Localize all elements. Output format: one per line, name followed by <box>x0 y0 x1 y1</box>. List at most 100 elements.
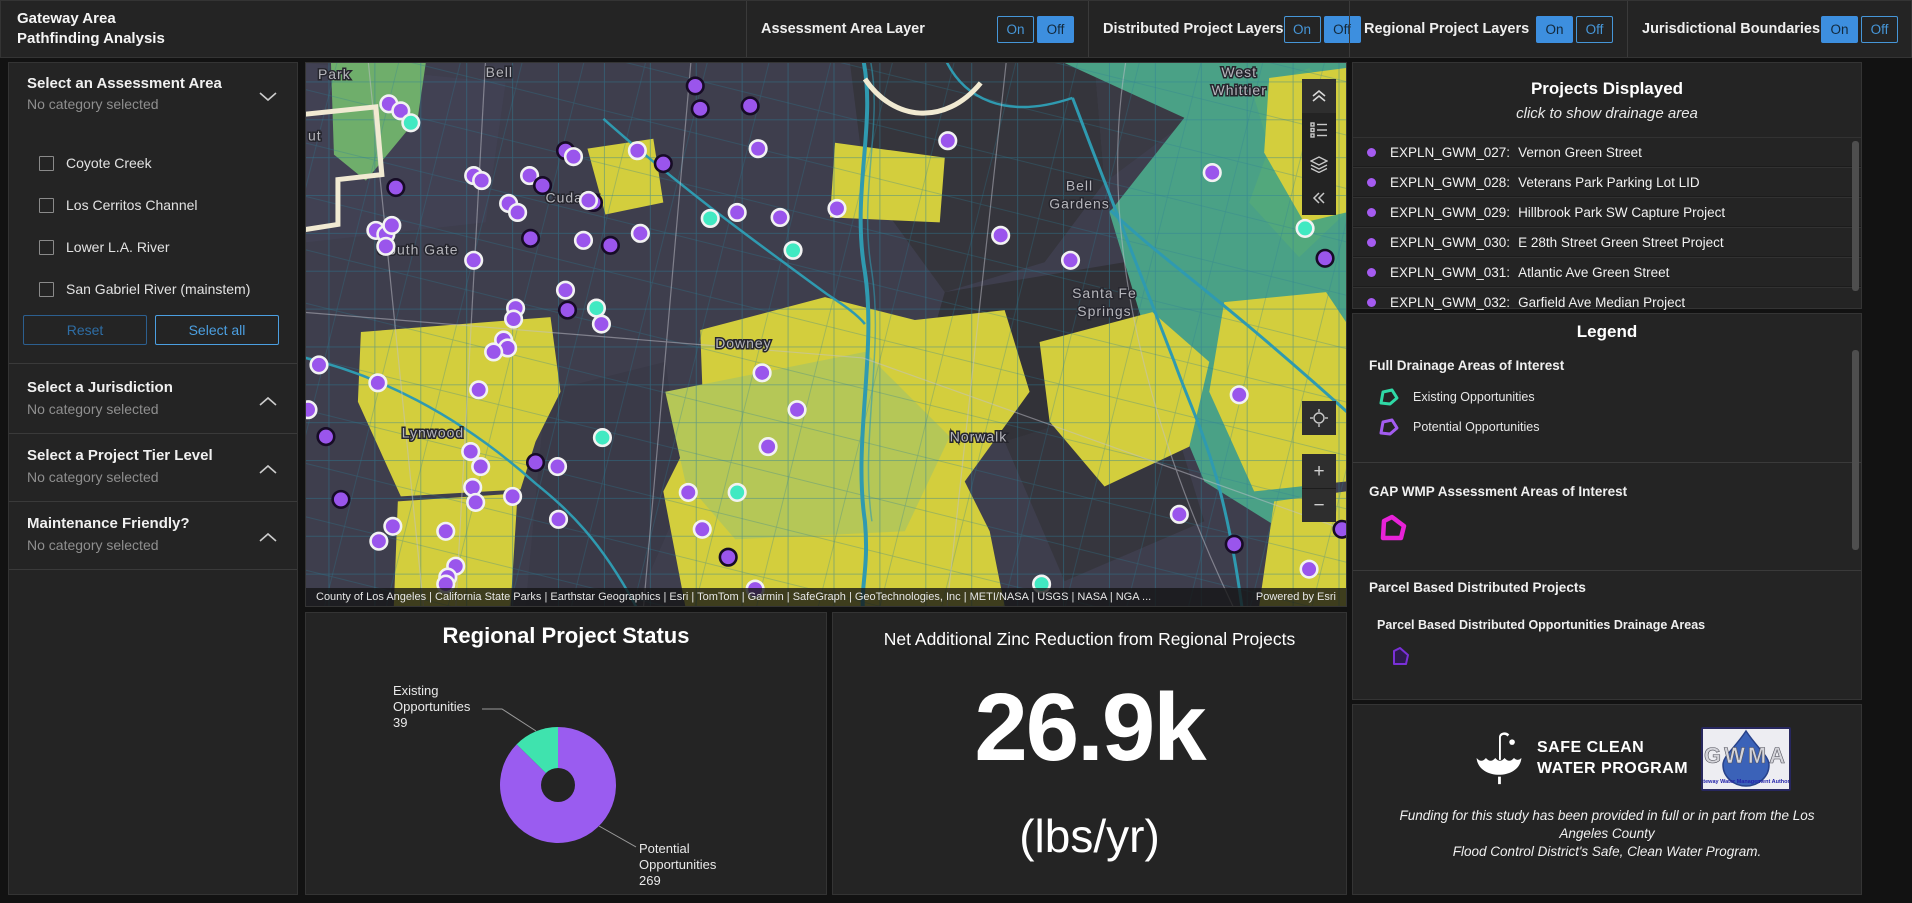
map-marker[interactable] <box>630 223 650 243</box>
map-marker[interactable] <box>563 147 584 167</box>
locate-icon[interactable] <box>1302 401 1336 435</box>
map-marker[interactable] <box>368 373 388 393</box>
map-marker[interactable] <box>740 96 760 116</box>
legend-list-icon[interactable] <box>1302 113 1336 147</box>
map-marker[interactable] <box>520 228 541 248</box>
checkbox-icon[interactable] <box>39 155 54 171</box>
map-marker[interactable] <box>600 235 620 255</box>
toggle-off-button[interactable]: Off <box>1037 15 1074 43</box>
project-list-item[interactable]: EXPLN_GWM_028: Veterans Park Parking Lot … <box>1353 167 1861 197</box>
map-marker[interactable] <box>369 531 389 551</box>
toggle-on-button[interactable]: On <box>1821 15 1858 43</box>
map-marker[interactable] <box>1060 250 1081 270</box>
map-marker[interactable] <box>991 225 1011 245</box>
map-marker[interactable] <box>1315 248 1335 268</box>
assessment-option-2[interactable]: Los Cerritos Channel <box>39 197 198 213</box>
map-marker[interactable] <box>503 486 523 506</box>
assessment-option-4[interactable]: San Gabriel River (mainstem) <box>39 281 250 297</box>
map-marker[interactable] <box>466 492 486 512</box>
map-marker[interactable] <box>1224 534 1244 554</box>
map-marker[interactable] <box>306 400 318 420</box>
toggle-on-button[interactable]: On <box>1283 15 1321 43</box>
map-marker[interactable] <box>627 141 647 161</box>
map-marker[interactable] <box>727 202 747 223</box>
map-marker[interactable] <box>685 76 705 96</box>
map-marker[interactable] <box>1332 519 1346 539</box>
map-marker[interactable] <box>463 477 483 498</box>
map-canvas[interactable]: Park BellutCudahyBell GardensSouth GateLyn… <box>306 63 1346 606</box>
map-marker[interactable] <box>331 489 351 509</box>
map-marker[interactable] <box>464 250 484 270</box>
map-marker[interactable] <box>827 198 847 219</box>
map-marker[interactable] <box>555 280 576 300</box>
map-marker[interactable] <box>461 442 481 462</box>
map-marker[interactable] <box>471 456 491 477</box>
map-marker[interactable] <box>592 428 613 448</box>
map-marker[interactable] <box>770 207 790 227</box>
assessment-option-3[interactable]: Lower L.A. River <box>39 239 169 255</box>
collapse-up-icon[interactable] <box>1302 79 1336 113</box>
map-marker[interactable] <box>508 202 528 223</box>
toggle-off-button[interactable]: Off <box>1861 15 1898 43</box>
projects-scrollbar[interactable] <box>1852 141 1859 291</box>
checkbox-icon[interactable] <box>39 239 54 255</box>
project-list-item[interactable]: EXPLN_GWM_029: Hillbrook Park SW Capture … <box>1353 197 1861 227</box>
map-marker[interactable] <box>469 380 489 400</box>
map-marker[interactable] <box>548 509 569 529</box>
map-marker[interactable] <box>591 314 612 334</box>
map-marker[interactable] <box>484 342 504 362</box>
map-marker[interactable] <box>504 309 524 329</box>
map-marker[interactable] <box>1229 385 1249 405</box>
map-marker[interactable] <box>472 171 492 191</box>
chevron-down-icon[interactable] <box>259 89 277 102</box>
map-marker[interactable] <box>787 400 807 420</box>
map-marker[interactable] <box>748 139 768 159</box>
project-list-item[interactable]: EXPLN_GWM_027: Vernon Green Street <box>1353 137 1861 167</box>
map-view[interactable]: Park Bell ut Cudahy Bell Gardens South Gate Lyn… <box>305 62 1347 607</box>
map-marker[interactable] <box>382 215 402 235</box>
map-marker[interactable] <box>1295 218 1315 238</box>
map-marker[interactable] <box>386 177 406 198</box>
toggle-off-button[interactable]: Off <box>1576 15 1613 43</box>
map-marker[interactable] <box>557 300 578 320</box>
map-marker[interactable] <box>376 236 396 256</box>
map-marker[interactable] <box>758 437 778 457</box>
collapse-left-icon[interactable] <box>1302 181 1336 215</box>
map-marker[interactable] <box>938 131 958 151</box>
select-all-button[interactable]: Select all <box>155 315 279 345</box>
map-marker[interactable] <box>690 99 710 119</box>
map-marker[interactable] <box>678 482 698 502</box>
checkbox-icon[interactable] <box>39 281 54 297</box>
map-marker[interactable] <box>718 547 738 567</box>
project-list-item[interactable]: EXPLN_GWM_030: E 28th Street Green Street… <box>1353 227 1861 257</box>
map-marker[interactable] <box>401 113 421 133</box>
map-marker[interactable] <box>692 519 712 539</box>
project-list-item[interactable]: EXPLN_GWM_031: Atlantic Ave Green Street <box>1353 257 1861 287</box>
map-marker[interactable] <box>1169 504 1189 524</box>
zoom-out-button[interactable]: − <box>1302 488 1336 522</box>
layers-icon[interactable] <box>1302 147 1336 181</box>
map-marker[interactable] <box>727 482 747 502</box>
zoom-in-button[interactable]: + <box>1302 454 1336 488</box>
map-marker[interactable] <box>436 521 456 541</box>
toggle-on-button[interactable]: On <box>997 15 1034 43</box>
map-marker[interactable] <box>383 516 403 536</box>
legend-scrollbar[interactable] <box>1852 350 1859 550</box>
map-marker[interactable] <box>1202 163 1222 183</box>
chevron-up-icon[interactable] <box>259 529 277 542</box>
map-marker[interactable] <box>316 427 336 447</box>
reset-button[interactable]: Reset <box>23 315 147 345</box>
map-marker[interactable] <box>653 154 673 174</box>
map-marker[interactable] <box>1299 559 1319 579</box>
map-marker[interactable] <box>525 452 546 473</box>
map-marker[interactable] <box>752 363 772 383</box>
map-marker[interactable] <box>586 298 607 318</box>
map-marker[interactable] <box>547 456 568 477</box>
assessment-option-1[interactable]: Coyote Creek <box>39 155 152 171</box>
map-marker[interactable] <box>309 355 329 375</box>
toggle-on-button[interactable]: On <box>1536 15 1573 43</box>
map-marker[interactable] <box>578 190 599 211</box>
map-marker[interactable] <box>700 208 720 228</box>
chevron-up-icon[interactable] <box>259 461 277 474</box>
map-marker[interactable] <box>532 175 553 196</box>
